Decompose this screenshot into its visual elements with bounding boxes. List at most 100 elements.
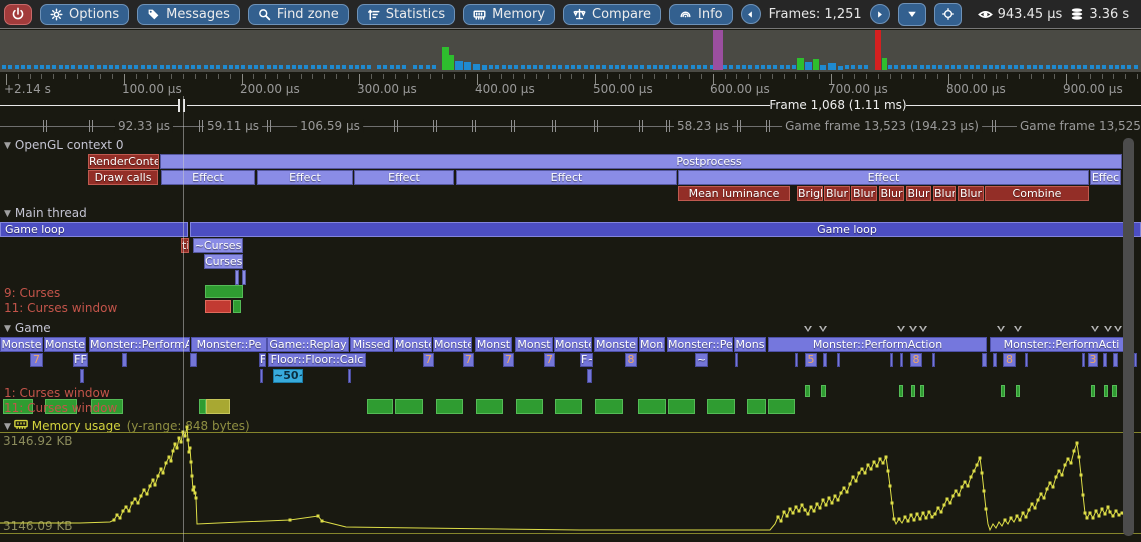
power-button[interactable]: [4, 4, 32, 25]
memory-button[interactable]: Memory: [463, 4, 555, 25]
zone-bar[interactable]: [982, 353, 987, 367]
zone-bar[interactable]: Monste: [594, 337, 638, 352]
zone-bar[interactable]: [348, 369, 351, 383]
message-marker-icon[interactable]: [897, 326, 905, 332]
plot-row-label[interactable]: 11: Curses window: [4, 301, 117, 315]
zone-bar[interactable]: [735, 353, 738, 367]
zone-bar[interactable]: [235, 270, 239, 285]
zone-bar[interactable]: [911, 385, 915, 397]
histogram-bar[interactable]: [713, 30, 723, 70]
zone-bar[interactable]: Blur: [879, 186, 904, 201]
zone-bar[interactable]: Mons: [639, 337, 665, 352]
zone-bar[interactable]: [768, 399, 795, 414]
zone-bar[interactable]: Combine: [985, 186, 1089, 201]
message-marker-icon[interactable]: [819, 326, 827, 332]
zone-bar[interactable]: Effect: [456, 170, 677, 185]
zone-bar[interactable]: Mean luminance: [678, 186, 790, 201]
zone-bar[interactable]: 7: [463, 353, 474, 367]
zone-bar[interactable]: Monste: [0, 337, 43, 352]
histogram-bar[interactable]: [805, 62, 812, 70]
histogram-bar[interactable]: [882, 58, 887, 70]
zone-bar[interactable]: Effect: [257, 170, 353, 185]
histogram-bar[interactable]: [482, 65, 487, 70]
histogram-bar[interactable]: [820, 65, 826, 70]
zone-bar[interactable]: 8: [910, 353, 922, 367]
message-marker-icon[interactable]: [909, 326, 917, 332]
message-marker-icon[interactable]: [1014, 326, 1022, 332]
zone-bar[interactable]: Monste: [554, 337, 592, 352]
frame-separator-label[interactable]: Game frame 13,525 (1: [1017, 119, 1141, 133]
zone-bar[interactable]: [199, 399, 206, 414]
message-marker-icon[interactable]: [1091, 326, 1099, 332]
next-frame-button[interactable]: [870, 4, 890, 24]
frame-label[interactable]: Frame 1,068 (1.11 ms): [769, 98, 906, 112]
zone-bar[interactable]: [707, 399, 735, 414]
zone-bar[interactable]: Missed: [350, 337, 393, 352]
zone-bar[interactable]: 7: [503, 353, 514, 367]
zone-bar[interactable]: Game loop: [0, 222, 188, 237]
histogram-bar[interactable]: [838, 66, 843, 70]
memory-usage-plot[interactable]: [0, 418, 1141, 542]
zone-bar[interactable]: 8: [1003, 353, 1016, 367]
histogram-bar[interactable]: [473, 64, 480, 70]
zone-bar[interactable]: 7: [423, 353, 434, 367]
zone-bar[interactable]: [587, 369, 592, 383]
zone-bar[interactable]: 8: [625, 353, 637, 367]
zone-bar[interactable]: Game::Replay: [267, 337, 349, 352]
zone-bar[interactable]: [1104, 385, 1108, 397]
zone-bar[interactable]: [367, 399, 393, 414]
zone-bar[interactable]: Game loop: [190, 222, 1141, 237]
zone-bar[interactable]: [205, 285, 243, 298]
compare-button[interactable]: Compare: [563, 4, 661, 25]
zone-bar[interactable]: Monster::PerformAction: [768, 337, 987, 352]
histogram-bar[interactable]: [828, 63, 836, 70]
zone-bar[interactable]: [821, 385, 826, 397]
statistics-button[interactable]: Statistics: [357, 4, 455, 25]
histogram-bar[interactable]: [455, 61, 463, 70]
zone-bar[interactable]: [1091, 385, 1095, 397]
zone-bar[interactable]: 3: [1088, 353, 1098, 367]
zone-bar[interactable]: Mons: [734, 337, 766, 352]
zone-bar[interactable]: [1001, 385, 1005, 397]
zone-bar[interactable]: Draw calls: [88, 170, 158, 185]
collapse-button[interactable]: [898, 3, 926, 26]
histogram-bar[interactable]: [464, 62, 471, 70]
zone-bar[interactable]: Monste: [394, 337, 432, 352]
zone-bar[interactable]: Effect: [161, 170, 255, 185]
zone-bar[interactable]: [395, 399, 423, 414]
zone-bar[interactable]: Effec: [1090, 170, 1121, 185]
options-button[interactable]: Options: [40, 4, 129, 25]
zone-bar[interactable]: [1016, 385, 1020, 397]
message-marker-icon[interactable]: [919, 326, 927, 332]
zone-bar[interactable]: [233, 300, 241, 313]
zone-bar[interactable]: [190, 353, 197, 367]
frame-separator-label[interactable]: 106.59 µs: [297, 119, 363, 133]
zone-bar[interactable]: RenderConte: [88, 154, 159, 169]
section-header-opengl[interactable]: ▼OpenGL context 0: [4, 138, 123, 152]
zone-bar[interactable]: [1113, 353, 1118, 367]
zone-bar[interactable]: Monst: [515, 337, 553, 352]
zone-bar[interactable]: [206, 399, 230, 414]
zone-bar[interactable]: ~Curses: [193, 238, 243, 253]
zone-bar[interactable]: [668, 399, 695, 414]
zone-bar[interactable]: [1082, 353, 1085, 367]
zone-bar[interactable]: [899, 385, 903, 397]
histogram-bar[interactable]: [875, 30, 881, 70]
zone-bar[interactable]: [795, 353, 798, 367]
locate-button[interactable]: [934, 3, 962, 26]
zone-bar[interactable]: ~50~: [273, 369, 303, 383]
zone-bar[interactable]: [1103, 353, 1107, 367]
zone-bar[interactable]: [260, 369, 263, 383]
messages-button[interactable]: Messages: [137, 4, 240, 25]
zone-bar[interactable]: [747, 399, 766, 414]
zone-bar[interactable]: Blur: [906, 186, 931, 201]
zone-bar[interactable]: FF: [73, 353, 88, 367]
plot-row-label[interactable]: 11: Curses window: [4, 401, 117, 415]
message-marker-icon[interactable]: [997, 326, 1005, 332]
info-button[interactable]: Info: [669, 4, 733, 25]
zone-bar[interactable]: [476, 399, 503, 414]
zone-bar[interactable]: Blur: [958, 186, 984, 201]
message-marker-icon[interactable]: [1104, 326, 1112, 332]
zone-bar[interactable]: [638, 399, 666, 414]
zone-bar[interactable]: [932, 353, 935, 367]
